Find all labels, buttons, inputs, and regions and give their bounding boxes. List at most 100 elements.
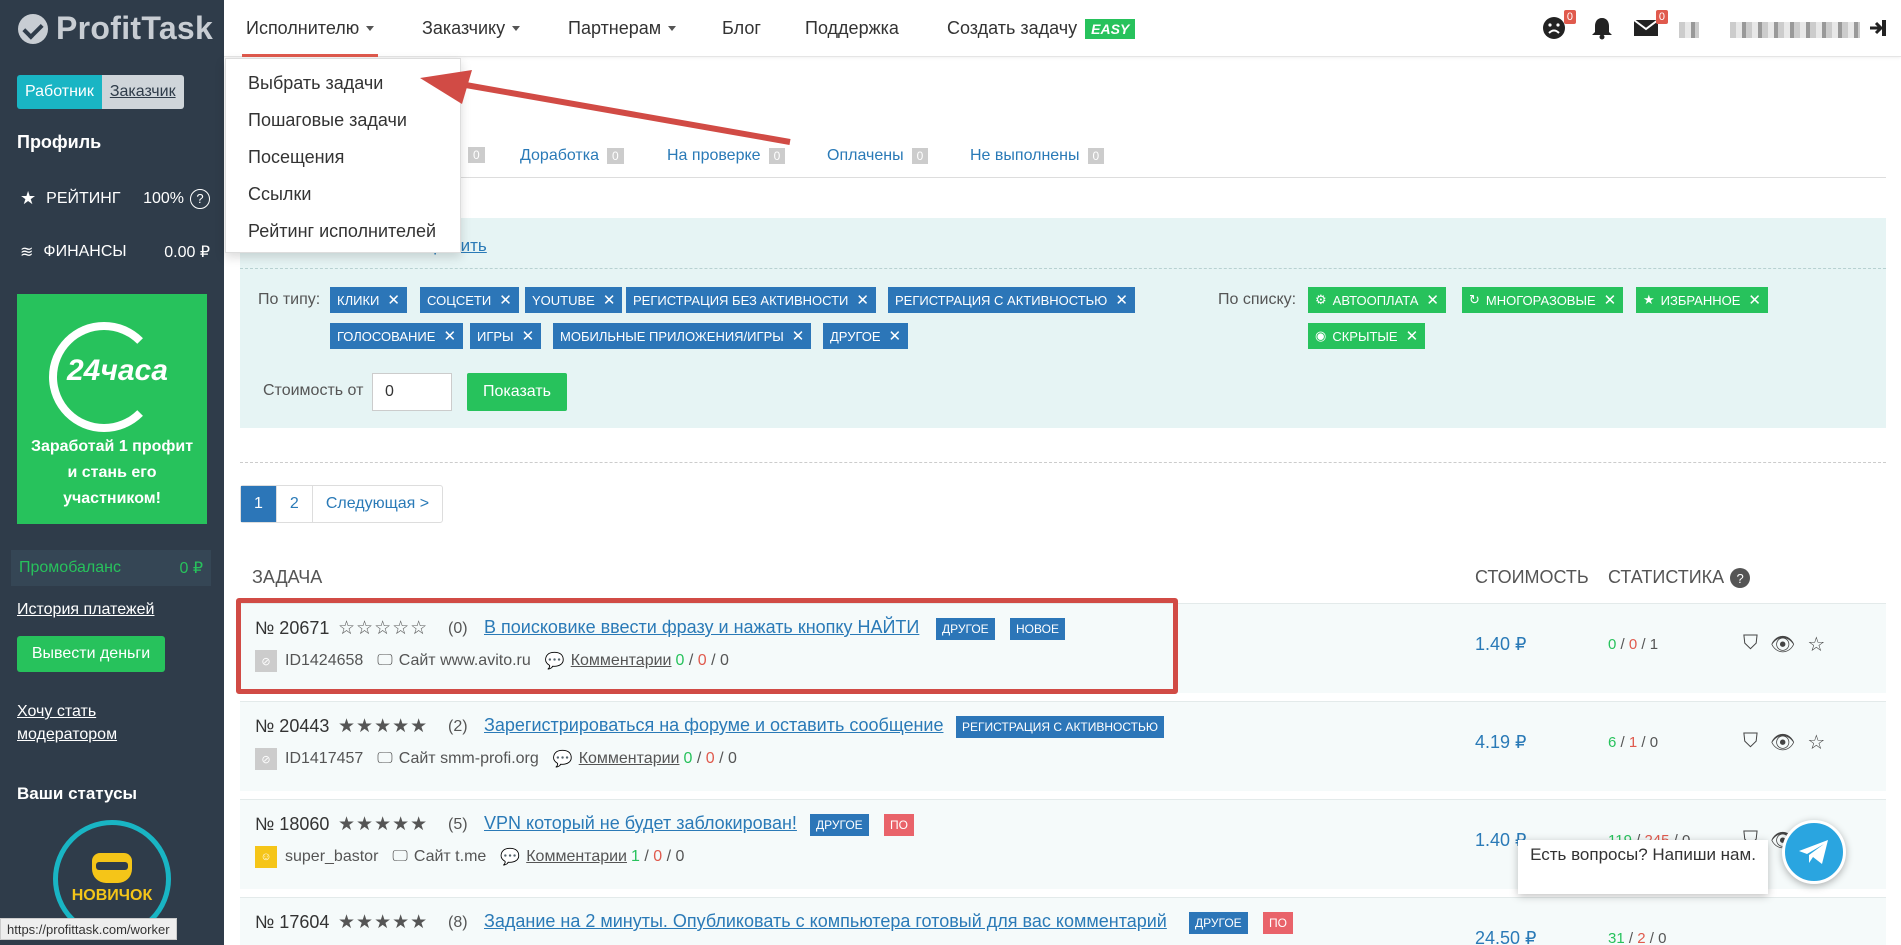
moderator-link[interactable]: Хочу стать модератором [17, 700, 137, 746]
profile-title[interactable]: Профиль [17, 132, 101, 153]
logo[interactable]: ProfitTask [0, 0, 224, 57]
tab-label: Не выполнены [970, 147, 1080, 164]
task-site: Сайт t.me [413, 848, 487, 865]
tag-reusable[interactable]: ↻ многоразовые ✕ [1462, 287, 1624, 313]
tag-hidden[interactable]: ◉ скрытые ✕ [1308, 323, 1426, 349]
sad-face-icon[interactable]: 0 [1540, 10, 1576, 42]
promobalance: Промобаланс 0 ₽ [11, 550, 211, 586]
tab-not-done[interactable]: Не выполнены 0 [970, 147, 1105, 165]
task-author[interactable]: super_bastor [285, 848, 378, 866]
role-worker-button[interactable]: Работник [17, 75, 102, 109]
finance-row: ≋ ФИНАНСЫ 0.00 ₽ [20, 242, 210, 262]
show-button[interactable]: Показать [467, 373, 567, 411]
nav-create-task-label: Создать задачу [947, 18, 1078, 38]
caret-down-icon [668, 26, 677, 31]
task-title-link[interactable]: VPN который не будет заблокирован! [484, 813, 797, 834]
rating-stars-icon: ★★★★★ [338, 912, 429, 933]
page-1[interactable]: 1 [241, 486, 277, 522]
tag-mobile-apps[interactable]: мобильные приложения/игры ✕ [553, 323, 812, 349]
telegram-chat-button[interactable] [1782, 820, 1846, 884]
shield-icon[interactable]: ⛉ [1743, 730, 1758, 755]
promo-banner[interactable]: 24часа Заработай 1 профит и стань его уч… [17, 294, 207, 524]
shield-icon[interactable]: ⛉ [1743, 632, 1758, 657]
tab-count: 0 [768, 148, 786, 164]
task-title-link[interactable]: Задание на 2 минуты. Опубликовать с комп… [484, 911, 1167, 932]
by-list-label: По списку: [1218, 291, 1297, 308]
nav-create-task[interactable]: Создать задачу EASY [947, 0, 1136, 57]
table-row[interactable]: № 17604 ★★★★★ (8) Задание на 2 минуты. О… [240, 897, 1886, 945]
finance-label: ФИНАНСЫ [43, 243, 127, 260]
menu-item-choose-tasks[interactable]: Выбрать задачи [248, 73, 383, 94]
menu-item-links[interactable]: Ссылки [248, 184, 311, 205]
col-stats-header: Статистика? [1608, 567, 1751, 589]
tab-count: 0 [607, 148, 624, 164]
eye-icon[interactable]: 👁 [1770, 730, 1795, 755]
star-outline-icon[interactable]: ☆ [1807, 730, 1825, 755]
tag-favorites[interactable]: ★ избранное ✕ [1636, 287, 1768, 313]
comments-negative: 0 [653, 848, 663, 865]
paper-plane-icon [1799, 840, 1828, 864]
role-customer-button[interactable]: Заказчик [101, 75, 184, 109]
comments-neutral: 0 [675, 848, 685, 865]
menu-item-visits[interactable]: Посещения [248, 147, 344, 168]
task-stats: 0 / 0 / 1 [1608, 636, 1659, 653]
page-next[interactable]: Следующая > [313, 486, 442, 522]
tag-youtube[interactable]: youtube ✕ [525, 287, 623, 313]
rating-stars-icon: ★★★★★ [338, 814, 429, 835]
chat-bubble[interactable]: Есть вопросы? Напиши нам. [1518, 840, 1768, 894]
task-stats: 31 / 2 / 0 [1608, 930, 1667, 945]
tab-paid[interactable]: Оплачены 0 [827, 147, 929, 165]
task-author[interactable]: ID1417457 [285, 750, 363, 768]
blurred-balance [1730, 22, 1860, 38]
tag-reg-no-activity[interactable]: регистрация без активности ✕ [626, 287, 876, 313]
nav-performer[interactable]: Исполнителю [241, 0, 379, 57]
remove-icon: ✕ [856, 292, 869, 309]
promo-text: Заработай 1 профит и стань его участнико… [30, 438, 194, 507]
tag-other[interactable]: другое ✕ [823, 323, 909, 349]
comments-link[interactable]: Комментарии [579, 750, 680, 768]
help-icon[interactable]: ? [1730, 568, 1751, 589]
remove-icon: ✕ [443, 328, 457, 345]
tag-games[interactable]: игры ✕ [470, 323, 542, 349]
task-number: № 18060 [255, 814, 330, 834]
remove-icon: ✕ [387, 292, 400, 309]
cost-from-input[interactable]: 0 [372, 373, 452, 411]
stat-failed: 0 [1628, 636, 1638, 653]
tag-clicks[interactable]: клики ✕ [330, 287, 407, 313]
bell-icon[interactable] [1588, 14, 1616, 42]
eye-icon[interactable]: 👁 [1770, 632, 1795, 657]
menu-item-performer-rating[interactable]: Рейтинг исполнителей [248, 221, 436, 242]
logout-icon[interactable] [1864, 14, 1892, 42]
menu-item-step-tasks[interactable]: Пошаговые задачи [248, 110, 407, 131]
withdraw-button[interactable]: Вывести деньги [17, 636, 165, 672]
task-title-link[interactable]: Зарегистрироваться на форуме и оставить … [484, 715, 943, 736]
task-meta: ⊘ ID1417457 🖵 Сайт smm-profi.org 💬 Комме… [255, 748, 737, 770]
table-row[interactable]: № 20443 ★★★★★ (2) Зарегистрироваться на … [240, 701, 1886, 791]
nav-customer[interactable]: Заказчику [422, 0, 521, 57]
stat-done: 6 [1608, 734, 1617, 751]
rating-stars-icon: ★★★★★ [338, 716, 429, 737]
mail-icon[interactable]: 0 [1632, 10, 1668, 42]
tag-reg-with-activity[interactable]: регистрация с активностью ✕ [888, 287, 1135, 313]
comments-positive: 0 [683, 750, 693, 767]
tag-autopay[interactable]: ⚙ автооплата ✕ [1308, 287, 1446, 313]
task-stats: 6 / 1 / 0 [1608, 734, 1659, 751]
browser-status-bar: https://profittask.com/worker [0, 918, 177, 940]
nav-partners[interactable]: Партнерам [568, 0, 677, 57]
top-nav: Исполнителю Заказчику Партнерам Блог Под… [224, 0, 1901, 57]
remove-icon: ✕ [1405, 328, 1419, 345]
highlight-box [236, 598, 1178, 694]
filter-divider [240, 268, 1886, 269]
nav-blog[interactable]: Блог [722, 0, 761, 57]
logo-text: ProfitTask [56, 10, 214, 46]
comments-neutral: 0 [727, 750, 737, 767]
comments-link[interactable]: Комментарии [526, 848, 627, 866]
payment-history-link[interactable]: История платежей [17, 598, 154, 621]
tag-voting[interactable]: голосование ✕ [330, 323, 464, 349]
page-2[interactable]: 2 [277, 486, 313, 522]
help-icon[interactable]: ? [190, 188, 210, 209]
nav-support[interactable]: Поддержка [805, 0, 899, 57]
star-outline-icon[interactable]: ☆ [1807, 632, 1825, 657]
finance-value: 0.00 ₽ [164, 244, 210, 261]
tag-social[interactable]: соцсети ✕ [420, 287, 519, 313]
